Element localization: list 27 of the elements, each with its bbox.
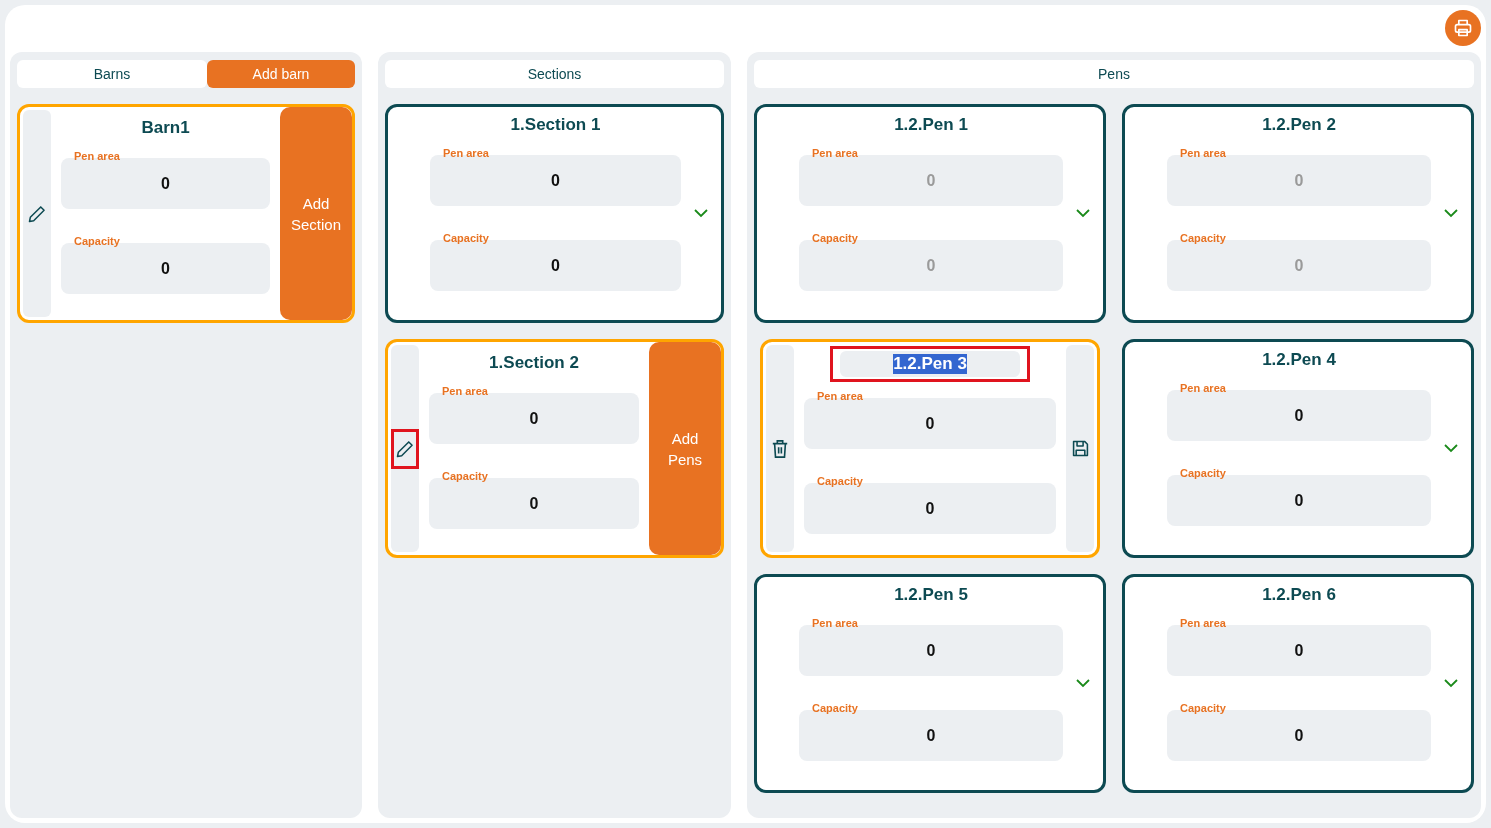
card-title: 1.2.Pen 1: [893, 114, 969, 136]
chevron-down-icon[interactable]: [1444, 209, 1458, 218]
print-button[interactable]: [1445, 9, 1481, 46]
save-icon: [1070, 439, 1090, 458]
chevron-down-icon[interactable]: [694, 209, 708, 218]
card-title: 1.2.Pen 4: [1261, 349, 1337, 371]
column-header: Sections: [385, 60, 724, 88]
chevron-down-icon[interactable]: [1076, 209, 1090, 218]
trash-icon: [771, 438, 789, 459]
pencil-icon: [27, 203, 47, 224]
card-title: 1.2.Pen 5: [893, 584, 969, 606]
title-field[interactable]: 1.2.Pen 3: [830, 346, 1030, 382]
card-title: 1.Section 1: [509, 114, 602, 136]
save-button[interactable]: [1066, 345, 1094, 552]
chevron-down-icon[interactable]: [1444, 444, 1458, 453]
delete-button[interactable]: [766, 345, 794, 552]
card-title: 1.Section 2: [488, 352, 580, 374]
printer-icon: [1453, 17, 1473, 38]
card-title: 1.2.Pen 6: [1261, 584, 1337, 606]
chevron-down-icon[interactable]: [1076, 679, 1090, 688]
edit-button[interactable]: [391, 345, 419, 552]
card-title: Barn1: [140, 117, 191, 139]
card-title: 1.2.Pen 2: [1261, 114, 1337, 136]
chevron-down-icon[interactable]: [1444, 679, 1458, 688]
column-header: Barns: [17, 60, 207, 88]
pencil-icon: [395, 438, 415, 459]
column-header: Pens: [754, 60, 1474, 88]
